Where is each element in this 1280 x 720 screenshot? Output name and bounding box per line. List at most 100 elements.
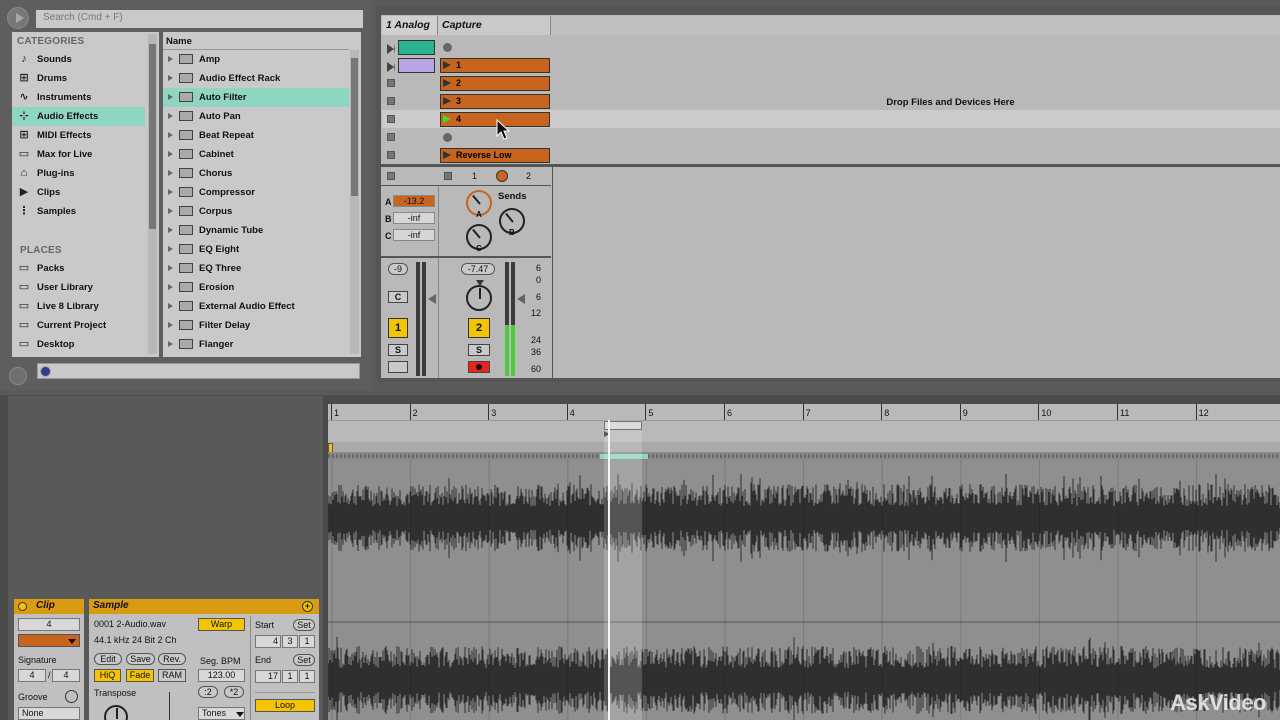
track-stop-button[interactable] xyxy=(444,172,452,180)
edit-button[interactable]: Edit xyxy=(94,653,122,665)
category-max-for-live[interactable]: ▭ Max for Live xyxy=(12,145,145,164)
groove-select[interactable]: None xyxy=(18,707,80,720)
clip-play-icon[interactable] xyxy=(443,151,451,159)
browser-item[interactable]: EQ Eight xyxy=(163,240,349,259)
track-2-arm-button[interactable] xyxy=(468,361,490,373)
category-plug-ins[interactable]: ⌂ Plug-ins xyxy=(12,164,145,183)
expand-icon[interactable] xyxy=(168,151,173,157)
browser-item[interactable]: Beat Repeat xyxy=(163,126,349,145)
scroll-thumb[interactable] xyxy=(351,58,358,196)
browser-item[interactable]: Compressor xyxy=(163,183,349,202)
expand-sample-icon[interactable]: + xyxy=(302,601,313,612)
expand-icon[interactable] xyxy=(168,322,173,328)
start-set-button[interactable]: Set xyxy=(293,619,315,631)
end-beat-field[interactable]: 1 xyxy=(282,670,298,683)
track-2-title[interactable]: Capture xyxy=(438,16,551,35)
browser-search-input[interactable]: Search (Cmd + F) xyxy=(36,10,363,28)
groove-pool-button-icon[interactable] xyxy=(65,690,78,703)
fader-handle-icon[interactable] xyxy=(428,294,436,304)
expand-icon[interactable] xyxy=(168,284,173,290)
browser-item[interactable]: Erosion xyxy=(163,278,349,297)
browser-item[interactable]: Chorus xyxy=(163,164,349,183)
record-slot-icon[interactable] xyxy=(443,133,452,142)
clip-play-icon[interactable] xyxy=(443,79,451,87)
clip-playing-icon[interactable] xyxy=(443,115,451,123)
browser-item-selected[interactable]: Auto Filter xyxy=(163,88,349,107)
browser-item[interactable]: Cabinet xyxy=(163,145,349,164)
loop-brace-lane[interactable] xyxy=(328,420,1280,442)
place-live-8-library[interactable]: ▭ Live 8 Library xyxy=(12,297,145,316)
crossfade-knob-icon[interactable] xyxy=(496,170,508,182)
hotswap-icon[interactable] xyxy=(40,366,51,377)
place-user-library[interactable]: ▭ User Library xyxy=(12,278,145,297)
place-packs[interactable]: ▭ Packs xyxy=(12,259,145,278)
expand-icon[interactable] xyxy=(168,246,173,252)
halve-tempo-button[interactable]: :2 xyxy=(198,686,218,698)
track-2-activator[interactable]: 2 xyxy=(468,318,490,338)
warp-button[interactable]: Warp xyxy=(198,618,245,631)
start-sixteenth-field[interactable]: 1 xyxy=(299,635,315,648)
browser-item[interactable]: Amp xyxy=(163,50,349,69)
track-1-title[interactable]: 1 Analog xyxy=(382,16,438,35)
place-desktop[interactable]: ▭ Desktop xyxy=(12,335,145,354)
bar-ruler[interactable]: 1 2 3 4 5 6 7 8 9 10 11 12 xyxy=(328,404,1280,420)
send-a-value[interactable]: -13.2 xyxy=(393,195,435,207)
name-column-header[interactable]: Name xyxy=(163,32,349,50)
end-sixteenth-field[interactable]: 1 xyxy=(299,670,315,683)
send-b-value[interactable]: -inf xyxy=(393,212,435,224)
start-beat-field[interactable]: 3 xyxy=(282,635,298,648)
signature-denominator[interactable]: 4 xyxy=(52,669,80,682)
reverse-button[interactable]: Rev. xyxy=(158,653,186,665)
ram-button[interactable]: RAM xyxy=(158,669,186,682)
fader-handle-icon[interactable] xyxy=(517,294,525,304)
browser-item[interactable]: Corpus xyxy=(163,202,349,221)
expand-icon[interactable] xyxy=(168,208,173,214)
track-2-volume[interactable]: -7.47 xyxy=(461,263,495,275)
clip-activator-icon[interactable] xyxy=(18,602,27,611)
scroll-thumb[interactable] xyxy=(149,44,156,229)
browser-item[interactable]: Auto Pan xyxy=(163,107,349,126)
track-1-volume[interactable]: -9 xyxy=(388,263,408,275)
hiq-button[interactable]: HiQ xyxy=(94,669,121,682)
track-1-solo[interactable]: S xyxy=(388,344,408,356)
clip-stop-button[interactable] xyxy=(387,151,395,159)
clip-name-field[interactable]: 4 xyxy=(18,618,80,631)
expand-icon[interactable] xyxy=(168,265,173,271)
category-sounds[interactable]: ♪ Sounds xyxy=(12,50,145,69)
signature-numerator[interactable]: 4 xyxy=(18,669,46,682)
category-samples[interactable]: ⋮ Samples xyxy=(12,202,145,221)
category-midi-effects[interactable]: ⊞ MIDI Effects xyxy=(12,126,145,145)
category-audio-effects[interactable]: ⊹ Audio Effects xyxy=(12,107,145,126)
items-scrollbar[interactable] xyxy=(350,50,359,354)
expand-icon[interactable] xyxy=(168,56,173,62)
start-bar-field[interactable]: 4 xyxy=(255,635,281,648)
expand-icon[interactable] xyxy=(168,189,173,195)
transpose-knob[interactable] xyxy=(104,705,128,720)
clip-2[interactable]: 2 xyxy=(440,76,550,91)
clip-slot-purple[interactable] xyxy=(398,58,435,73)
browser-item[interactable]: Flanger xyxy=(163,335,349,354)
clip-stop-button[interactable] xyxy=(387,97,395,105)
category-instruments[interactable]: ∿ Instruments xyxy=(12,88,145,107)
expand-icon[interactable] xyxy=(168,94,173,100)
category-clips[interactable]: ▶ Clips xyxy=(12,183,145,202)
clip-3[interactable]: 3 xyxy=(440,94,550,109)
clip-play-icon[interactable] xyxy=(443,97,451,105)
clip-launch-icon[interactable] xyxy=(387,44,395,54)
end-bar-field[interactable]: 17 xyxy=(255,670,281,683)
fade-button[interactable]: Fade xyxy=(126,669,154,682)
detune-slider[interactable] xyxy=(169,692,170,720)
expand-icon[interactable] xyxy=(168,170,173,176)
clip-stop-button[interactable] xyxy=(387,115,395,123)
hotswap-field[interactable] xyxy=(37,363,360,379)
clip-slot-green[interactable] xyxy=(398,40,435,55)
expand-icon[interactable] xyxy=(168,113,173,119)
clip-stop-button[interactable] xyxy=(387,133,395,141)
track-1-pan[interactable]: C xyxy=(388,291,408,303)
loop-button[interactable]: Loop xyxy=(255,699,315,712)
browser-item[interactable]: Filter Delay xyxy=(163,316,349,335)
send-c-value[interactable]: -inf xyxy=(393,229,435,241)
browser-item[interactable]: Audio Effect Rack xyxy=(163,69,349,88)
browser-item[interactable]: External Audio Effect xyxy=(163,297,349,316)
waveform-editor[interactable] xyxy=(328,460,1280,720)
